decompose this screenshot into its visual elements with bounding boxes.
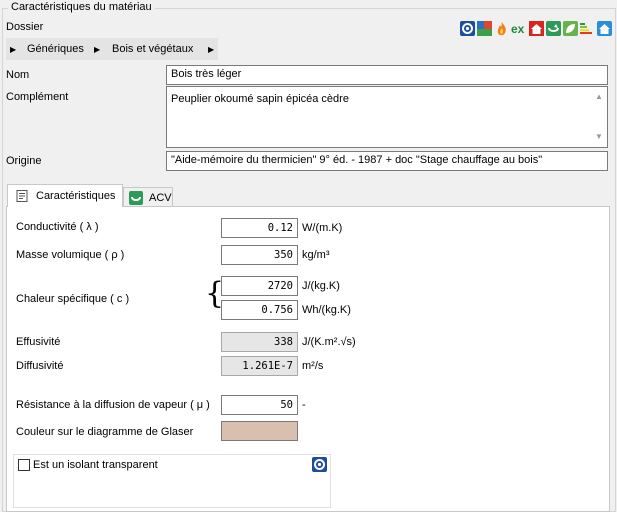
effusivite-label: Effusivité — [16, 336, 61, 348]
tab-acv[interactable]: ACV — [123, 187, 173, 207]
excel-icon[interactable]: ex — [511, 22, 524, 36]
help-gear-icon[interactable] — [312, 457, 327, 472]
help-gear-icon[interactable] — [460, 21, 475, 36]
diffusivite-unit: m²/s — [302, 360, 324, 372]
masse-input[interactable]: 350 — [221, 245, 298, 265]
nom-label: Nom — [6, 69, 30, 81]
scroll-down-icon[interactable]: ▼ — [595, 132, 603, 141]
toolbar: ex — [460, 20, 614, 38]
tab-caracteristiques[interactable]: Caractéristiques — [7, 184, 123, 207]
rainbow-icon[interactable] — [477, 21, 492, 36]
conductivite-unit: W/(m.K) — [302, 222, 343, 234]
nom-input[interactable]: Bois très léger — [166, 65, 608, 85]
chaleur-unit-wh: Wh/(kg.K) — [302, 304, 351, 316]
fire-icon[interactable] — [494, 21, 509, 36]
tab-acv-label: ACV — [149, 192, 172, 204]
complement-scrollbar[interactable]: ▲ ▼ — [591, 88, 606, 142]
scroll-up-icon[interactable]: ▲ — [595, 92, 603, 101]
house-red-icon[interactable] — [529, 21, 544, 36]
leaf-icon[interactable] — [563, 21, 578, 36]
tab-caracteristiques-label: Caractéristiques — [36, 190, 116, 202]
couleur-label: Couleur sur le diagramme de Glaser — [16, 426, 194, 438]
breadcrumb-item-generiques[interactable]: Génériques — [27, 43, 84, 55]
home-icon[interactable] — [597, 21, 612, 36]
breadcrumb-item-bois[interactable]: Bois et végétaux — [112, 43, 193, 55]
diffusivite-value: 1.261E-7 — [221, 356, 298, 376]
chaleur-input-j[interactable]: 2720 — [221, 276, 298, 296]
masse-unit: kg/m³ — [302, 249, 330, 261]
masse-label: Masse volumique ( ρ ) — [16, 249, 125, 261]
complement-text: Peuplier okoumé sapin épicéa cèdre — [171, 93, 349, 105]
chaleur-label: Chaleur spécifique ( c ) — [16, 293, 130, 305]
dossier-label: Dossier — [6, 21, 44, 33]
complement-label: Complément — [6, 91, 69, 103]
breadcrumb-arrow-icon: ▶ — [94, 45, 101, 54]
resistance-label: Résistance à la diffusion de vapeur ( μ … — [16, 399, 210, 411]
conductivite-input[interactable]: 0.12 — [221, 218, 298, 238]
effusivite-unit: J/(K.m².√s) — [302, 336, 356, 348]
glaser-color-swatch[interactable] — [221, 421, 298, 441]
origine-input[interactable]: "Aide-mémoire du thermicien" 9° éd. - 19… — [166, 151, 608, 171]
chaleur-unit-j: J/(kg.K) — [302, 280, 340, 292]
isolant-label: Est un isolant transparent — [33, 459, 158, 471]
breadcrumb-arrow-icon: ▶ — [10, 45, 17, 54]
breadcrumb-arrow-icon: ▶ — [208, 45, 215, 54]
group-title: Caractéristiques du matériau — [8, 1, 155, 13]
effusivite-value: 338 — [221, 332, 298, 352]
document-icon — [16, 190, 28, 202]
breadcrumb[interactable]: ▶ Génériques ▶ Bois et végétaux ▶ — [6, 38, 218, 60]
energy-label-icon[interactable] — [580, 21, 595, 36]
conductivite-label: Conductivité ( λ ) — [16, 221, 99, 233]
chaleur-input-wh[interactable]: 0.756 — [221, 300, 298, 320]
resistance-unit: - — [302, 399, 306, 411]
origine-label: Origine — [6, 155, 42, 167]
diffusivite-label: Diffusivité — [16, 360, 64, 372]
plant-icon[interactable] — [546, 21, 561, 36]
isolant-checkbox[interactable] — [18, 459, 30, 471]
resistance-input[interactable]: 50 — [221, 395, 298, 415]
acv-icon — [129, 191, 143, 205]
complement-textarea[interactable]: Peuplier okoumé sapin épicéa cèdre ▲ ▼ — [166, 86, 608, 148]
